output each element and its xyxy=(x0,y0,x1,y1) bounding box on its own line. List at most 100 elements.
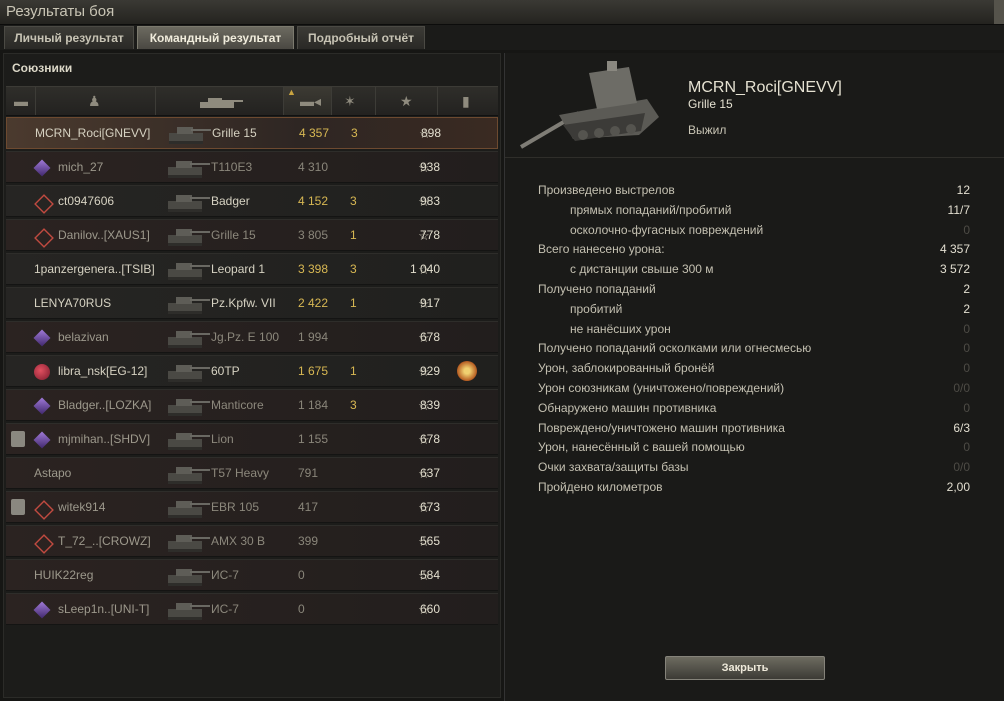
stat-row: не нанёсших урон 0 xyxy=(538,320,970,340)
table-row[interactable]: Danilov..[XAUS1] Grille 15 3 805 1 778 ☆ xyxy=(6,219,498,251)
tab-bar: Личный результат Командный результат Под… xyxy=(0,25,1004,50)
xp-value: 673 xyxy=(419,500,440,514)
table-row[interactable]: Bladger..[LOZKA] Manticore 1 184 3 839 ☆ xyxy=(6,389,498,421)
damage-value: 4 152 xyxy=(298,194,329,208)
clan-badge-icon xyxy=(34,194,54,214)
stat-label: Урон, нанесённый с вашей помощью xyxy=(538,440,745,455)
damage-value: 3 805 xyxy=(298,228,329,242)
stat-label: Получено попаданий xyxy=(538,281,656,296)
stat-label: Пройдено километров xyxy=(538,479,663,494)
window-edge xyxy=(994,0,1004,24)
table-row[interactable]: 1panzergenera..[TSIB] Leopard 1 3 398 3 1 04… xyxy=(6,253,498,285)
tab-team[interactable]: Командный результат xyxy=(137,26,294,49)
stat-row: Получено попаданий 2 xyxy=(538,280,970,300)
stat-row: Произведено выстрелов 12 xyxy=(538,181,970,201)
stat-label: пробитий xyxy=(570,301,623,316)
clan-badge-icon xyxy=(33,329,51,347)
window-titlebar: Результаты боя xyxy=(0,0,1004,25)
kills-icon: ✶ xyxy=(344,93,356,109)
detail-player-name: MCRN_Roci[GNEVV] xyxy=(688,79,842,96)
xp-star-icon: ☆ xyxy=(418,364,430,379)
stat-value: 0/0 xyxy=(953,380,970,395)
vehicle-name: Grille 15 xyxy=(211,228,256,242)
table-row[interactable]: libra_nsk[EG-12] 60TP 1 675 1 929 ☆ xyxy=(6,355,498,387)
detail-stats: Произведено выстрелов 12 прямых попаданий/… xyxy=(538,181,970,498)
vehicle-name: Pz.Kpfw. VII xyxy=(211,296,276,310)
col-player[interactable]: ♟ xyxy=(36,87,156,115)
vehicle-name: Leopard 1 xyxy=(211,262,266,276)
table-row[interactable]: Astapo T57 Heavy 791 637 ☆ xyxy=(6,457,498,489)
detail-panel: MCRN_Roci[GNEVV] Grille 15 Выжил Произве… xyxy=(504,53,1004,701)
vehicle-name: AMX 30 B xyxy=(211,534,266,548)
clan-badge-icon xyxy=(34,534,54,554)
table-row[interactable]: belazivan Jg.Pz. E 100 1 994 678 ☆ xyxy=(6,321,498,353)
stat-label: Всего нанесено урона: xyxy=(538,242,665,257)
sort-arrow-icon: ▲ xyxy=(287,87,296,97)
stat-row: осколочно-фугасных повреждений 0 xyxy=(538,221,970,241)
col-medals[interactable]: ▮ xyxy=(438,87,498,115)
table-row[interactable]: MCRN_Roci[GNEVV] Grille 15 4 357 3 898 ☆ xyxy=(6,117,498,149)
vehicle-name: Jg.Pz. E 100 xyxy=(211,330,280,344)
vehicle-name: Grille 15 xyxy=(212,126,257,140)
table-row[interactable]: sLeep1n..[UNI-T] ИС-7 0 660 ☆ xyxy=(6,593,498,625)
table-row[interactable]: ct0947606 Badger 4 152 3 983 ☆ xyxy=(6,185,498,217)
col-platoon[interactable]: ▬ xyxy=(6,87,36,115)
close-button[interactable]: Закрыть xyxy=(665,656,825,680)
damage-icon: ▬◂ xyxy=(300,93,322,109)
damage-value: 1 994 xyxy=(298,330,329,344)
col-kills[interactable]: ✶ xyxy=(332,87,376,115)
col-vehicle[interactable] xyxy=(156,87,284,115)
stat-value: 0/0 xyxy=(953,460,970,475)
stat-value: 2,00 xyxy=(946,479,970,494)
stat-value: 2 xyxy=(963,281,970,296)
stat-label: Обнаружено машин противника xyxy=(538,400,717,415)
table-row[interactable]: witek914 EBR 105 417 673 ☆ xyxy=(6,491,498,523)
medal-icon[interactable] xyxy=(457,361,477,381)
stat-row: пробитий 2 xyxy=(538,300,970,320)
tab-personal[interactable]: Личный результат xyxy=(4,26,134,49)
vehicle-thumbnail xyxy=(162,459,210,487)
clan-badge-icon xyxy=(33,431,51,449)
damage-value: 417 xyxy=(298,500,319,514)
team-rows: MCRN_Roci[GNEVV] Grille 15 4 357 3 898 ☆ mich_… xyxy=(6,117,498,627)
damage-value: 0 xyxy=(298,568,305,582)
vehicle-thumbnail xyxy=(162,221,210,249)
xp-star-icon: ☆ xyxy=(418,500,430,515)
vehicle-name: EBR 105 xyxy=(211,500,260,514)
xp-value: 929 xyxy=(419,364,440,378)
xp-value: 584 xyxy=(419,568,440,582)
stat-row: Урон, заблокированный бронёй 0 xyxy=(538,359,970,379)
damage-value: 1 155 xyxy=(298,432,329,446)
stat-value: 3 572 xyxy=(939,262,970,277)
table-row[interactable]: LENYA70RUS Pz.Kpfw. VII 2 422 1 917 ☆ xyxy=(6,287,498,319)
vehicle-thumbnail xyxy=(163,119,211,147)
xp-value: 637 xyxy=(419,466,440,480)
vehicle-thumbnail xyxy=(162,289,210,317)
xp-star-icon: ☆ xyxy=(418,262,430,277)
table-row[interactable]: mich_27 T110E3 4 310 938 ☆ xyxy=(6,151,498,183)
clan-badge-icon xyxy=(34,364,50,380)
vehicle-thumbnail xyxy=(162,493,210,521)
col-xp[interactable]: ★ xyxy=(376,87,438,115)
xp-value: 678 xyxy=(419,330,440,344)
table-row[interactable]: HUIK22reg ИС-7 0 584 ☆ xyxy=(6,559,498,591)
platoon-icon xyxy=(11,431,25,447)
stat-value: 0 xyxy=(963,321,970,336)
detail-header: MCRN_Roci[GNEVV] Grille 15 Выжил xyxy=(505,53,1004,158)
xp-star-icon: ☆ xyxy=(418,160,430,175)
stat-label: Урон, заблокированный бронёй xyxy=(538,361,715,376)
window-title: Результаты боя xyxy=(6,3,115,20)
stat-label: с дистанции свыше 300 м xyxy=(570,262,714,277)
vehicle-thumbnail xyxy=(162,595,210,623)
stat-row: Получено попаданий осколками или огнесме… xyxy=(538,339,970,359)
xp-value: 839 xyxy=(419,398,440,412)
damage-value: 1 675 xyxy=(298,364,329,378)
xp-value: 1 040 xyxy=(409,262,440,276)
table-row[interactable]: mjmihan..[SHDV] Lion 1 155 678 ☆ xyxy=(6,423,498,455)
vehicle-thumbnail xyxy=(162,561,210,589)
stat-label: Повреждено/уничтожено машин противника xyxy=(538,420,785,435)
table-row[interactable]: T_72_..[CROWZ] AMX 30 B 399 565 ☆ xyxy=(6,525,498,557)
col-damage[interactable]: ▲ ▬◂ xyxy=(284,87,332,115)
damage-value: 2 422 xyxy=(298,296,329,310)
tab-detailed[interactable]: Подробный отчёт xyxy=(297,26,425,49)
